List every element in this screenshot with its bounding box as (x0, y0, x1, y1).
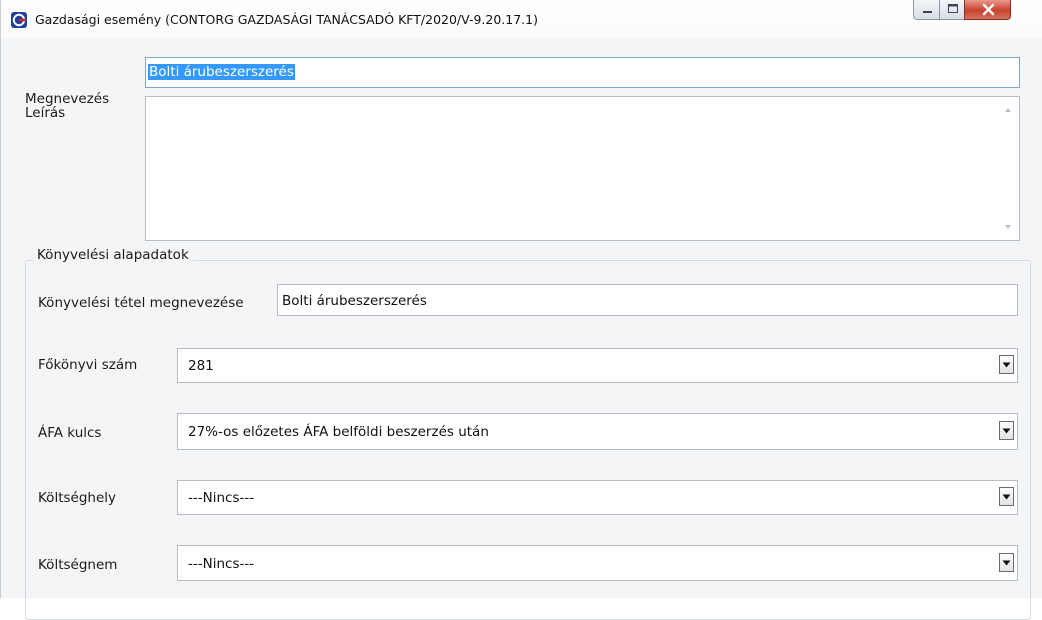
maximize-button[interactable] (939, 0, 965, 20)
entry-name-input[interactable]: Bolti árubeszerszerés (277, 284, 1018, 316)
chevron-down-icon (1002, 494, 1011, 500)
ledger-label: Főkönyvi szám (38, 357, 138, 373)
description-textarea[interactable] (145, 96, 1020, 241)
cost-type-value: ---Nincs--- (188, 556, 255, 572)
vat-select[interactable]: 27%-os előzetes ÁFA belföldi beszerzés u… (177, 413, 1018, 450)
title-bar[interactable]: Gazdasági esemény (CONTORG GAZDASÁGI TAN… (1, 0, 1042, 38)
vat-dropdown-button[interactable] (999, 421, 1014, 440)
cost-center-dropdown-button[interactable] (999, 487, 1014, 506)
minimize-button[interactable] (913, 0, 940, 20)
scroll-up-icon[interactable] (1003, 105, 1013, 115)
ledger-select[interactable]: 281 (177, 348, 1018, 383)
minimize-icon (923, 11, 932, 13)
window-title: Gazdasági esemény (CONTORG GAZDASÁGI TAN… (35, 12, 538, 27)
accounting-group-title: Könyvelési alapadatok (33, 247, 193, 263)
chevron-down-icon (1002, 362, 1011, 368)
contorg-logo-icon[interactable] (11, 12, 27, 28)
cost-center-value: ---Nincs--- (188, 490, 255, 506)
cost-type-select[interactable]: ---Nincs--- (177, 545, 1018, 581)
description-label: Leírás (25, 105, 66, 121)
cost-type-dropdown-button[interactable] (999, 553, 1014, 572)
ledger-dropdown-button[interactable] (999, 355, 1014, 374)
cost-center-label: Költséghely (38, 490, 116, 506)
ledger-value: 281 (188, 358, 214, 374)
scroll-down-icon[interactable] (1003, 222, 1013, 232)
chevron-down-icon (1002, 560, 1011, 566)
name-input[interactable]: Bolti árubeszerszerés (145, 57, 1020, 88)
close-icon (982, 3, 995, 16)
vat-value: 27%-os előzetes ÁFA belföldi beszerzés u… (188, 424, 489, 440)
maximize-icon (948, 4, 958, 13)
entry-name-label: Könyvelési tétel megnevezése (38, 295, 244, 311)
dialog-window: Gazdasági esemény (CONTORG GAZDASÁGI TAN… (0, 0, 1042, 620)
vat-label: ÁFA kulcs (38, 425, 102, 441)
cost-center-select[interactable]: ---Nincs--- (177, 480, 1018, 515)
entry-name-value: Bolti árubeszerszerés (282, 293, 427, 309)
chevron-down-icon (1002, 428, 1011, 434)
close-button[interactable] (964, 0, 1011, 20)
cost-type-label: Költségnem (38, 557, 118, 573)
name-input-value: Bolti árubeszerszerés (148, 64, 295, 80)
